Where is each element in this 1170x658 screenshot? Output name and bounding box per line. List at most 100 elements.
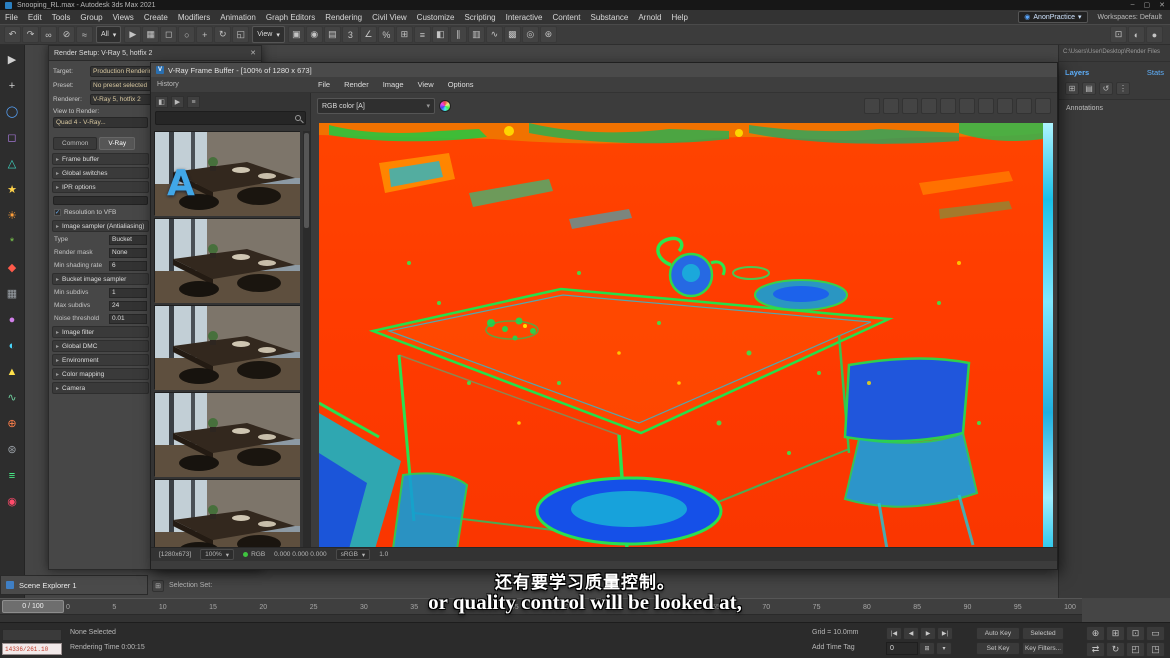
menu-item[interactable]: Rendering — [320, 13, 367, 22]
render-setup-tab[interactable]: V-Ray — [99, 137, 135, 150]
text-input[interactable] — [53, 196, 148, 205]
stats-tab[interactable]: Stats — [1147, 68, 1164, 77]
toolbar-icon[interactable]: ≈ — [76, 26, 93, 43]
viewport-nav-icon[interactable]: ⇄ — [1086, 642, 1105, 657]
vfb-toolbar-icon[interactable] — [978, 98, 994, 114]
toolbar-icon[interactable]: ◻ — [160, 26, 177, 43]
toolbar-icon[interactable]: ▤ — [324, 26, 341, 43]
viewport-nav-icon[interactable]: ⊕ — [1086, 626, 1105, 641]
close-icon[interactable]: ✕ — [250, 49, 256, 57]
left-toolbar-icon[interactable]: + — [5, 79, 20, 94]
rollout-header[interactable]: ▸ Image sampler (Antialiasing) — [52, 220, 149, 232]
toolbar-icon[interactable]: ▥ — [468, 26, 485, 43]
toolbar-icon[interactable]: ⊛ — [540, 26, 557, 43]
menu-item[interactable]: Help — [666, 13, 692, 22]
rollout-header[interactable]: ▸ Color mapping — [52, 368, 149, 380]
left-toolbar-icon[interactable]: * — [5, 235, 20, 250]
menu-item[interactable]: Animation — [215, 13, 261, 22]
menu-item[interactable]: Civil View — [367, 13, 412, 22]
auto-key-button[interactable]: Auto Key — [976, 627, 1020, 640]
vfb-toolbar-icon[interactable] — [864, 98, 880, 114]
view-to-render-dropdown[interactable]: Quad 4 - V-Ray... — [53, 117, 148, 128]
menu-item[interactable]: Arnold — [633, 13, 666, 22]
vfb-menu-item[interactable]: Options — [441, 80, 481, 89]
vfb-toolbar-icon[interactable] — [1016, 98, 1032, 114]
zoom-dropdown[interactable]: 100% ▾ — [200, 549, 234, 560]
vfb-menu-item[interactable]: View — [411, 80, 441, 89]
toolbar-icon[interactable]: ▩ — [504, 26, 521, 43]
rollout-header[interactable]: ▸ IPR options — [52, 181, 149, 193]
playback-button[interactable]: ▶ — [920, 627, 936, 640]
maxscript-mini-listener[interactable]: 14336/261.10 — [2, 643, 62, 655]
toolbar-icon[interactable]: + — [196, 26, 213, 43]
left-toolbar-icon[interactable]: ◉ — [5, 495, 20, 510]
viewport-nav-icon[interactable]: ◰ — [1126, 642, 1145, 657]
render-button-icon[interactable]: ⊡ — [1110, 26, 1127, 43]
parameter-value[interactable]: None — [109, 248, 147, 258]
parameter-value[interactable]: Bucket — [109, 235, 147, 245]
left-toolbar-icon[interactable]: ◻ — [5, 131, 20, 146]
checkbox-checked[interactable]: ✓ — [54, 209, 61, 216]
field-dropdown[interactable]: No preset selected — [90, 80, 154, 91]
toolbar-icon[interactable]: ▦ — [142, 26, 159, 43]
colorspace-dropdown[interactable]: sRGB ▾ — [336, 549, 371, 560]
menu-item[interactable]: Graph Editors — [261, 13, 320, 22]
left-toolbar-icon[interactable]: ▦ — [5, 287, 20, 302]
vfb-menu-item[interactable]: Image — [376, 80, 411, 89]
vfb-toolbar-icon[interactable] — [921, 98, 937, 114]
viewport-nav-icon[interactable]: ⊡ — [1126, 626, 1145, 641]
history-scrollbar[interactable] — [303, 131, 310, 547]
layers-toolbar-icon[interactable]: ▤ — [1082, 82, 1096, 95]
layers-toolbar-icon[interactable]: ⋮ — [1116, 82, 1130, 95]
vfb-menu-item[interactable]: File — [311, 80, 337, 89]
playback-button[interactable]: ◀ — [903, 627, 919, 640]
annotations-item[interactable]: Annotations — [1059, 100, 1170, 117]
vfb-titlebar[interactable]: V V-Ray Frame Buffer - [100% of 1280 x 6… — [151, 63, 1057, 77]
viewport-nav-icon[interactable]: ◳ — [1146, 642, 1165, 657]
playback-button[interactable]: ▶| — [937, 627, 953, 640]
history-thumbnail[interactable] — [154, 218, 300, 302]
menu-item[interactable]: Create — [139, 13, 173, 22]
vfb-menu-item[interactable]: Render — [337, 80, 376, 89]
macro-recorder-field[interactable] — [2, 629, 62, 641]
vfb-toolbar-icon[interactable] — [1035, 98, 1051, 114]
viewport-nav-icon[interactable]: ↻ — [1106, 642, 1125, 657]
left-toolbar-icon[interactable]: ★ — [5, 183, 20, 198]
history-toolbar-icon[interactable]: ▶ — [171, 96, 184, 108]
selection-filter-dropdown[interactable]: All ▾ — [96, 26, 121, 43]
toolbar-icon[interactable]: ↶ — [4, 26, 21, 43]
history-thumbnail[interactable] — [154, 305, 300, 389]
toolbar-icon[interactable]: ∠ — [360, 26, 377, 43]
layers-toolbar-icon[interactable]: ⊞ — [1065, 82, 1079, 95]
menu-item[interactable]: Modifiers — [173, 13, 215, 22]
account-button[interactable]: ◉ AnonPractice ▾ — [1018, 11, 1087, 23]
set-key-button[interactable]: Set Key — [976, 642, 1020, 655]
toolbar-icon[interactable]: ⊘ — [58, 26, 75, 43]
rollout-header[interactable]: ▸ Global DMC — [52, 340, 149, 352]
playback-button[interactable]: |◀ — [886, 627, 902, 640]
left-toolbar-icon[interactable]: ⊛ — [5, 443, 20, 458]
parameter-value[interactable]: 1 — [109, 288, 147, 298]
toolbar-icon[interactable]: ◧ — [432, 26, 449, 43]
vfb-toolbar-icon[interactable] — [883, 98, 899, 114]
viewport-nav-icon[interactable]: ▭ — [1146, 626, 1165, 641]
toolbar-icon[interactable]: ≡ — [414, 26, 431, 43]
rollout-header[interactable]: ▸ Bucket image sampler — [52, 273, 149, 285]
menu-item[interactable]: Tools — [47, 13, 76, 22]
current-frame-field[interactable]: 0 — [886, 642, 918, 655]
field-dropdown[interactable]: Production Rendering Mode — [90, 66, 154, 77]
left-toolbar-icon[interactable]: ◐ — [5, 339, 20, 354]
toolbar-icon[interactable]: ∞ — [40, 26, 57, 43]
minimize-icon[interactable]: – — [1131, 1, 1135, 9]
parameter-value[interactable]: 0.01 — [109, 314, 147, 324]
vfb-toolbar-icon[interactable] — [902, 98, 918, 114]
rollout-header[interactable]: ▸ Camera — [52, 382, 149, 394]
render-setup-tab[interactable]: Common — [53, 137, 97, 150]
history-thumbnail[interactable] — [154, 392, 300, 476]
render-button-icon[interactable]: ◐ — [1128, 26, 1145, 43]
toolbar-icon[interactable]: 3 — [342, 26, 359, 43]
menu-item[interactable]: Substance — [586, 13, 634, 22]
history-toolbar-icon[interactable]: ◧ — [155, 96, 168, 108]
left-toolbar-icon[interactable]: ● — [5, 313, 20, 328]
render-button-icon[interactable]: ● — [1146, 26, 1163, 43]
